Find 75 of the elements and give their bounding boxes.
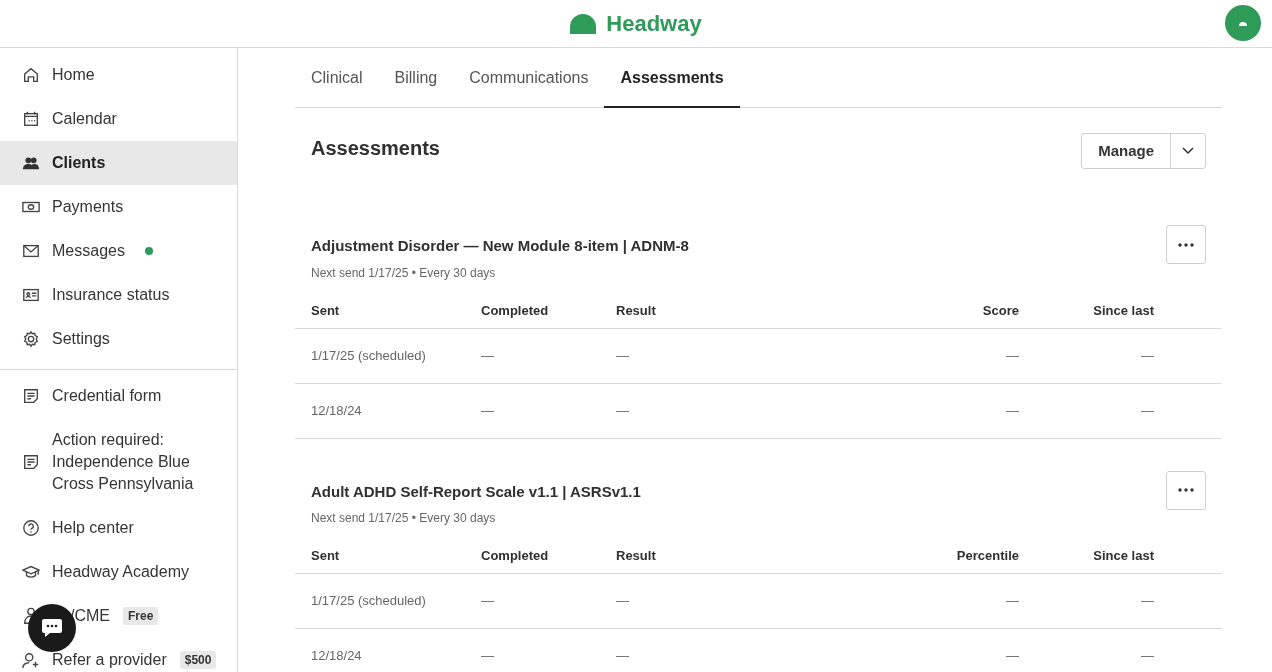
chat-icon [42,619,62,637]
id-card-icon [22,286,40,304]
table-cell: — [481,593,494,609]
column-header: Result [616,547,657,566]
more-button[interactable] [1166,470,1206,510]
table-cell: — [616,593,629,609]
graduation-cap-icon [22,563,40,581]
column-header: Percentile [955,547,1019,566]
table-cell: 12/18/24 [311,648,362,664]
assessment-title: Adult ADHD Self-Report Scale v1.1 | ASRSv1.1 [311,481,641,502]
column-header: Since last [1092,547,1154,566]
table-cell: — [1141,347,1154,363]
table-cell: — [481,648,494,664]
nav-item[interactable]: Help center [0,506,237,550]
tab[interactable]: Billing [378,56,454,108]
column-header: Score [981,301,1019,320]
badge: Free [123,607,159,625]
nav-item[interactable]: Messages [0,229,237,273]
mail-icon [22,242,40,260]
brand-name: Headway [606,10,702,38]
calendar-icon [22,110,40,128]
nav-item[interactable]: Calendar [0,97,237,141]
table-cell: — [1141,593,1154,609]
nav-item[interactable]: Headway Academy [0,550,237,594]
nav-item[interactable]: Credential form [0,374,237,418]
add-person-icon [22,651,40,669]
chevron-down-icon [1182,147,1194,155]
home-icon [22,66,40,84]
page-title: Assessments [311,136,440,161]
table-cell: — [1141,402,1154,418]
nav-item[interactable]: Payments [0,185,237,229]
nav-item[interactable]: Action required: Independence Blue Cross Pennsylvania [0,418,237,506]
table-cell: — [616,347,629,363]
nav-item[interactable]: Refer a provider $500 [0,638,237,672]
logo-icon [570,13,597,34]
document-icon [22,453,40,471]
table-cell: — [1141,648,1154,664]
nav-item[interactable]: Clients [0,141,237,185]
help-icon [22,519,40,537]
table-cell: — [1006,347,1019,363]
more-button[interactable] [1166,225,1206,264]
document-icon [22,387,40,405]
manage-button[interactable]: Manage [1082,134,1171,168]
table-cell: — [1006,402,1019,418]
more-icon [1178,488,1194,492]
nav-item[interactable]: Insurance status [0,273,237,317]
schedule-text: Next send 1/17/25 • Every 30 days [311,264,497,282]
table-cell: 1/17/25 (scheduled) [311,593,426,609]
more-icon [1178,242,1194,247]
column-header: Result [616,301,657,320]
table-cell: — [481,347,494,363]
table-cell: 12/18/24 [311,402,362,418]
column-header: Since last [1092,301,1154,320]
settings-icon [22,330,40,348]
schedule-text: Next send 1/17/25 • Every 30 days [311,510,497,527]
table-cell: 1/17/25 (scheduled) [311,347,426,363]
tab[interactable]: Clinical [295,56,379,108]
table-cell: — [481,402,494,418]
avatar-button[interactable] [1225,5,1261,41]
nav-item[interactable]: Settings [0,317,237,361]
nav-item[interactable]: Home [0,53,237,97]
table-cell: — [616,402,629,418]
assessment-title: Adjustment Disorder — New Module 8-item | ADNM-8 [311,236,689,256]
column-header: Completed [481,547,550,566]
column-header: Sent [311,547,341,566]
column-header: Completed [481,301,550,320]
column-header: Sent [311,301,341,320]
table-cell: — [616,648,629,664]
table-cell: — [1006,648,1019,664]
tab[interactable]: Communications [453,56,605,108]
people-icon [22,154,40,172]
table-cell: — [1006,593,1019,609]
tab[interactable]: Assessments [604,56,740,108]
badge: $500 [179,651,217,669]
logo-icon [1239,20,1247,26]
